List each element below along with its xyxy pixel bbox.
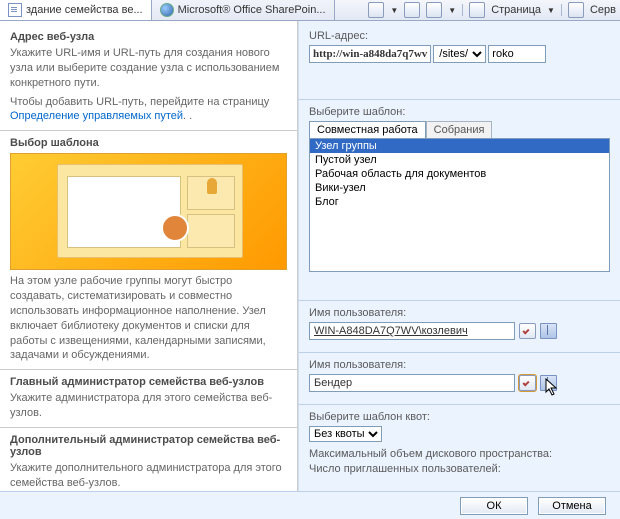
ie-icon: [160, 3, 174, 17]
tools-menu-icon[interactable]: [568, 2, 584, 18]
browse-users-icon[interactable]: [540, 323, 557, 339]
check-names-icon[interactable]: [519, 323, 536, 339]
primary-user-input[interactable]: [309, 322, 515, 340]
browser-toolbar: ▼ ▼ Страница▼ Серв: [368, 0, 616, 20]
secondary-user-label: Имя пользователя:: [309, 359, 610, 371]
left-column: Адрес веб-узла Укажите URL-имя и URL-пут…: [0, 21, 298, 491]
url-path-select[interactable]: /sites/: [433, 45, 486, 63]
check-names-icon[interactable]: [519, 375, 536, 391]
list-item[interactable]: Пустой узел: [310, 153, 609, 167]
section-title-secondary-admin: Дополнительный администратор семейства в…: [10, 434, 289, 458]
section-desc-primary-admin: Укажите администратора для этого семейст…: [10, 391, 289, 421]
url-name-input[interactable]: [488, 45, 546, 63]
quota-label: Выберите шаблон квот:: [309, 411, 610, 423]
section-desc-url: Укажите URL-имя и URL-путь для создания …: [10, 46, 289, 91]
managed-paths-link[interactable]: Определение управляемых путей: [10, 110, 183, 122]
quota-users-label: Число приглашенных пользователей:: [309, 463, 610, 475]
tab-collaboration[interactable]: Совместная работа: [309, 121, 426, 138]
right-column: URL-адрес: http://win-a848da7q7wv /sites…: [298, 21, 620, 491]
browser-tab-1[interactable]: здание семейства ве...: [0, 0, 152, 20]
list-item[interactable]: Рабочая область для документов: [310, 167, 609, 181]
tab-label: здание семейства ве...: [26, 4, 143, 16]
print-icon[interactable]: [426, 2, 442, 18]
feed-icon[interactable]: [404, 2, 420, 18]
page-icon: [8, 3, 22, 17]
secondary-user-input[interactable]: [309, 374, 515, 392]
cancel-button[interactable]: Отмена: [538, 497, 606, 515]
template-preview-image: [10, 153, 287, 270]
quota-disk-label: Максимальный объем дискового пространств…: [309, 448, 610, 460]
quota-select[interactable]: Без квоты: [309, 426, 382, 442]
section-desc-secondary-admin: Укажите дополнительного администратора д…: [10, 461, 289, 491]
tab-label: Microsoft® Office SharePoin...: [178, 4, 326, 16]
list-item[interactable]: Блог: [310, 195, 609, 209]
browser-tab-2[interactable]: Microsoft® Office SharePoin...: [152, 0, 335, 20]
section-desc-template: На этом узле рабочие группы могут быстро…: [10, 274, 289, 363]
primary-user-label: Имя пользователя:: [309, 307, 610, 319]
section-title-url: Адрес веб-узла: [10, 31, 289, 43]
tab-meetings[interactable]: Собрания: [426, 121, 493, 138]
url-label: URL-адрес:: [309, 30, 610, 42]
home-icon[interactable]: [368, 2, 384, 18]
section-title-primary-admin: Главный администратор семейства веб-узло…: [10, 376, 289, 388]
section-title-template: Выбор шаблона: [10, 137, 289, 149]
url-host: http://win-a848da7q7wv: [309, 45, 431, 63]
tools-menu-label[interactable]: Серв: [590, 4, 616, 16]
list-item[interactable]: Вики-узел: [310, 181, 609, 195]
section-hint-url: Чтобы добавить URL-путь, перейдите на ст…: [10, 95, 289, 125]
page-menu-label[interactable]: Страница: [491, 4, 541, 16]
url-row: http://win-a848da7q7wv /sites/: [309, 45, 610, 63]
template-label: Выберите шаблон:: [309, 106, 610, 118]
browser-tabstrip: здание семейства ве... Microsoft® Office…: [0, 0, 620, 21]
footer: ОК Отмена: [0, 491, 620, 519]
ok-button[interactable]: ОК: [460, 497, 528, 515]
browse-users-icon[interactable]: [540, 375, 557, 391]
template-listbox[interactable]: Узел группы Пустой узел Рабочая область …: [309, 138, 610, 272]
page-menu-icon[interactable]: [469, 2, 485, 18]
template-tabstrip: Совместная работа Собрания: [309, 121, 610, 138]
list-item[interactable]: Узел группы: [310, 139, 609, 153]
